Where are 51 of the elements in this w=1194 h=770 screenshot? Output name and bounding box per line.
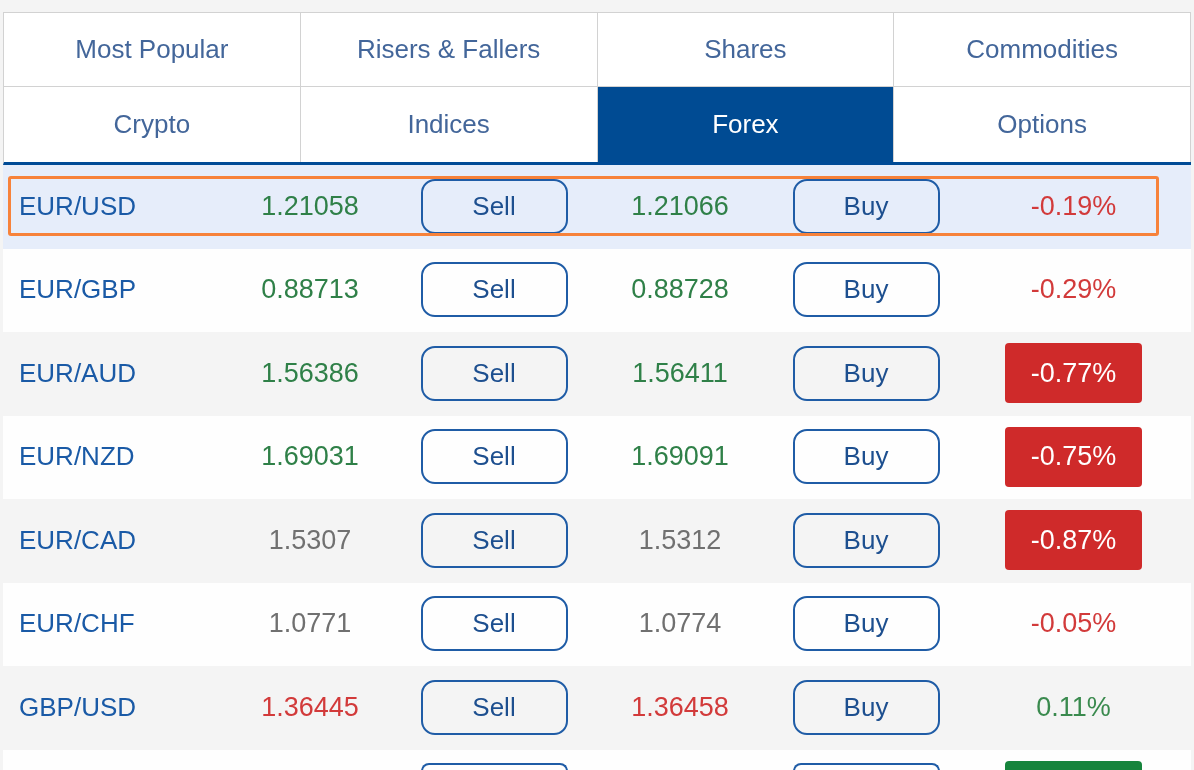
tab[interactable]: Forex: [597, 87, 895, 162]
currency-pair: EUR/GBP: [19, 274, 137, 305]
change-percent: -0.05%: [1030, 608, 1117, 639]
buy-button[interactable]: Buy: [792, 596, 940, 651]
buy-price: 1.69091: [631, 441, 729, 472]
change-badge: -0.75%: [1005, 426, 1142, 487]
sell-price: 1.21058: [261, 190, 359, 222]
sell-button[interactable]: Sell: [420, 429, 568, 484]
sell-button[interactable]: Sell: [420, 345, 568, 401]
tab[interactable]: Risers & Fallers: [300, 13, 598, 87]
change-percent: -0.29%: [1030, 274, 1117, 305]
buy-button[interactable]: Buy: [792, 429, 940, 484]
currency-pair: EUR/USD: [19, 190, 136, 222]
change-badge: -0.77%: [1005, 343, 1142, 403]
sell-price: 1.56386: [261, 357, 359, 389]
buy-button[interactable]: Buy: [792, 679, 940, 735]
change-badge: -0.87%: [1005, 510, 1142, 570]
sell-price: 1.36445: [261, 691, 359, 723]
currency-pair: GBP/USD: [19, 691, 137, 723]
tab[interactable]: Options: [894, 87, 1191, 162]
sell-button[interactable]: Sell: [420, 262, 568, 317]
tab[interactable]: Indices: [300, 87, 598, 162]
buy-button[interactable]: Buy: [792, 345, 940, 401]
buy-button[interactable]: [792, 763, 940, 770]
buy-price: 0.88728: [631, 274, 729, 305]
sell-button[interactable]: Sell: [420, 512, 568, 568]
buy-price: 1.5312: [638, 524, 722, 556]
buy-price: 1.0774: [638, 608, 722, 639]
buy-price: 1.21066: [631, 190, 729, 222]
currency-pair: EUR/CAD: [19, 524, 136, 556]
sell-price: 1.69031: [261, 441, 359, 472]
currency-pair: EUR/CHF: [19, 608, 135, 639]
tab[interactable]: Most Popular: [4, 13, 301, 87]
buy-price: 1.56411: [632, 357, 728, 389]
sell-button[interactable]: Sell: [420, 178, 568, 234]
change-percent: -0.19%: [1030, 190, 1117, 222]
tab[interactable]: Crypto: [4, 87, 301, 162]
sell-price: 1.5307: [268, 524, 352, 556]
change-percent: 0.11%: [1036, 691, 1111, 723]
sell-button[interactable]: Sell: [420, 596, 568, 651]
sell-button[interactable]: Sell: [420, 679, 568, 735]
sell-price: 1.0771: [268, 608, 352, 639]
buy-button[interactable]: Buy: [792, 262, 940, 317]
sell-button[interactable]: [420, 763, 568, 770]
currency-pair: EUR/NZD: [19, 441, 135, 472]
buy-button[interactable]: Buy: [792, 178, 940, 234]
sell-price: 0.88713: [261, 274, 359, 305]
buy-price: 1.36458: [631, 691, 729, 723]
buy-button[interactable]: Buy: [792, 512, 940, 568]
currency-pair: EUR/AUD: [19, 357, 136, 389]
tab[interactable]: Commodities: [894, 13, 1191, 87]
